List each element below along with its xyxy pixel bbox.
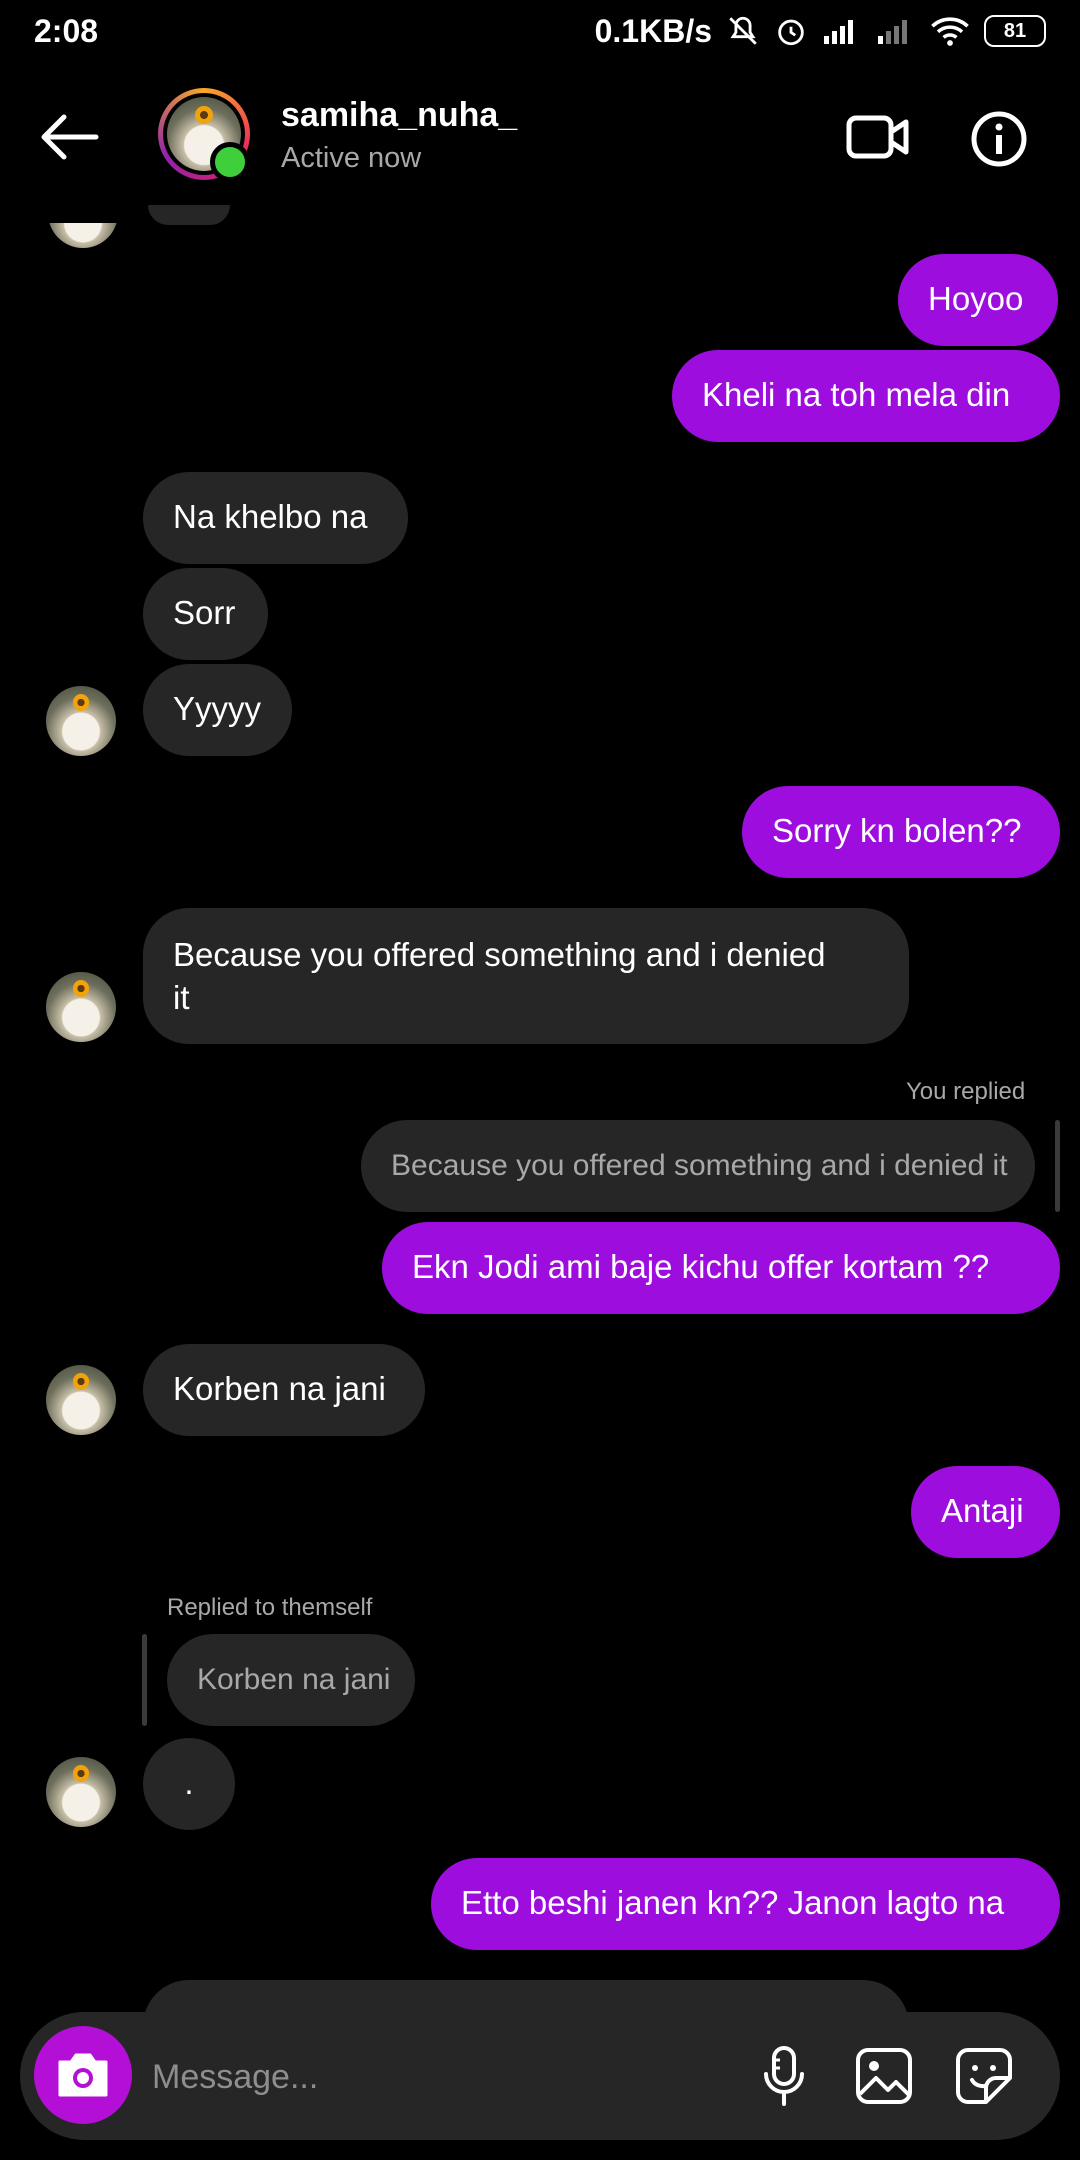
microphone-icon[interactable] [752,2044,816,2108]
message-bubble-sent[interactable]: Hoyoo [898,254,1058,346]
reply-label: Replied to themself [167,1594,373,1621]
reply-bar [1055,1120,1060,1212]
message-input[interactable] [150,2046,714,2108]
sender-avatar[interactable] [46,972,116,1042]
reply-bar [142,1634,147,1726]
mute-icon [729,16,757,45]
message-bubble-received[interactable]: Yyyyy [143,664,292,756]
chat-header: samiha_nuha_ Active now [0,70,1080,205]
message-text-line: it [173,979,190,1016]
message-bubble-received[interactable]: Because you offered something and i deni… [143,908,909,1044]
battery-level: 81 [1003,19,1027,42]
message-bubble-sent[interactable]: Antaji [911,1466,1060,1558]
message-composer [20,2012,1060,2140]
sticker-icon[interactable] [952,2044,1016,2108]
sender-avatar[interactable] [46,686,116,756]
status-time: 2:08 [34,12,99,49]
camera-button[interactable] [34,2026,132,2124]
message-bubble-sent[interactable]: Ekn Jodi ami baje kichu offer kortam ?? [382,1222,1060,1314]
chat-username[interactable]: samiha_nuha_ [281,96,517,135]
signal-2-icon [878,20,907,44]
active-status: Active now [281,142,422,174]
message-bubble-received[interactable]: Korben na jani [143,1344,425,1436]
alarm-icon [778,19,804,46]
message-bubble-sent[interactable]: Sorry kn bolen?? [742,786,1060,878]
message-bubble-received[interactable]: Na khelbo na [143,472,408,564]
info-icon[interactable] [970,110,1028,168]
status-icons: 0.1KB/s 81 [595,13,1046,50]
sender-avatar[interactable] [46,1757,116,1827]
message-bubble-received[interactable]: . [143,1738,235,1830]
message-bubble-sent[interactable]: Kheli na toh mela din [672,350,1060,442]
message-bubble-received[interactable]: Sorr [143,568,268,660]
quoted-message[interactable]: Korben na jani [167,1634,415,1726]
battery-icon: 81 [984,15,1046,47]
online-indicator [210,142,250,182]
message-text-line: Because you offered something and i deni… [173,936,826,973]
gallery-icon[interactable] [852,2044,916,2108]
reply-label: You replied [906,1078,1026,1105]
video-call-icon[interactable] [846,108,910,166]
sender-avatar[interactable] [46,1365,116,1435]
status-bar: 2:08 0.1KB/s 81 [0,0,1080,62]
message-bubble-partial [148,205,230,225]
net-speed: 0.1KB/s [594,12,712,49]
quoted-message[interactable]: Because you offered something and i deni… [361,1120,1035,1212]
message-bubble-sent[interactable]: Etto beshi janen kn?? Janon lagto na [431,1858,1060,1950]
back-arrow-icon[interactable] [38,112,100,162]
wifi-icon [931,17,969,46]
camera-icon [58,2053,108,2097]
signal-icon [824,20,853,44]
